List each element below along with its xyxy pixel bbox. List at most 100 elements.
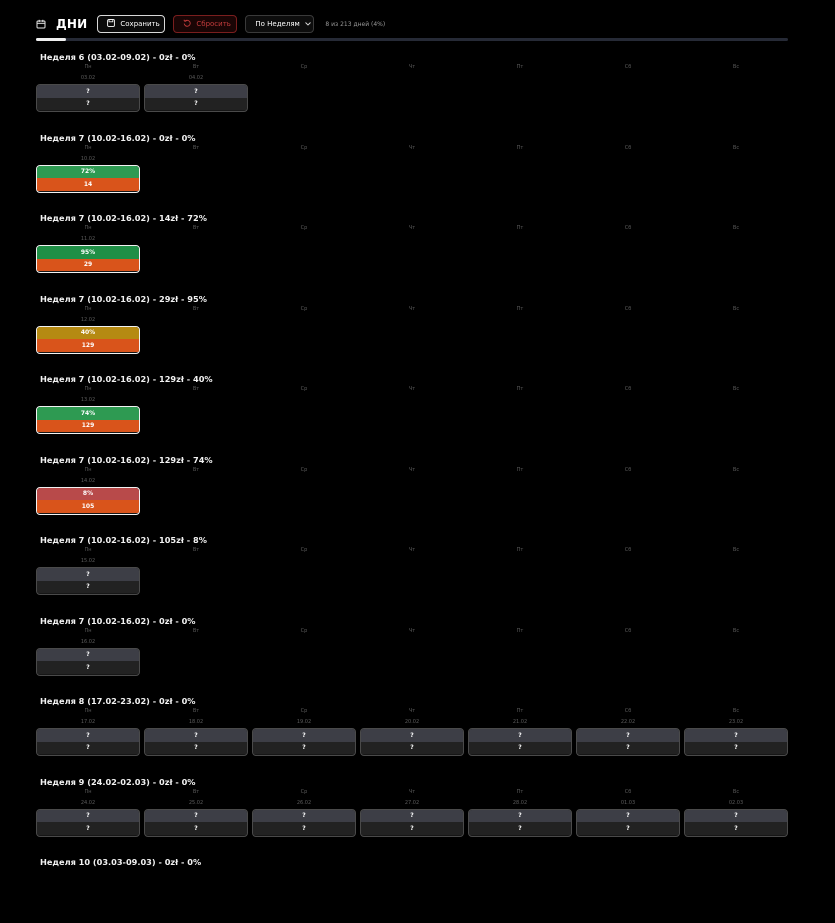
calendar-icon [36, 19, 46, 29]
day-card[interactable]: 74% 129 [36, 406, 140, 434]
day-name: Вт [192, 386, 200, 392]
day-card-amount: ? [577, 822, 679, 835]
day-name: Сб [624, 64, 632, 70]
reset-button[interactable]: Сбросить [173, 15, 238, 33]
week-section: Неделя 7 (10.02-16.02) - 29zł - 95% Пн 12.… [36, 294, 788, 360]
day-name: Вт [192, 144, 200, 151]
day-card[interactable]: ?? [144, 728, 248, 756]
day-card-amount: 129 [37, 419, 139, 432]
day-name: Пн [84, 547, 92, 553]
day-card[interactable]: 40% 129 [36, 325, 140, 354]
day-card-amount: 129 [37, 339, 139, 352]
page-title: ДНИ [56, 17, 88, 31]
week-title: Неделя 6 (03.02-09.02) - 0zł - 0% [40, 52, 196, 62]
day-card[interactable]: ?? [576, 728, 680, 756]
day-name: Ср [300, 64, 308, 70]
day-name: Пт [516, 64, 524, 70]
day-name: Пт [516, 466, 524, 473]
day-name: Сб [624, 466, 632, 473]
day-name: Чт [408, 627, 416, 634]
day-card[interactable]: ?? [252, 808, 356, 837]
week-section: Неделя 7 (10.02-16.02) - 14zł - 72% Пн 11.… [36, 213, 788, 279]
day-card[interactable]: ?? [576, 808, 680, 837]
day-card-percent: ? [469, 729, 571, 742]
reset-button-label: Сбросить [196, 20, 231, 28]
day-name: Вс [732, 305, 740, 312]
day-card[interactable]: 72% 14 [36, 164, 140, 193]
week-title: Неделя 7 (10.02-16.02) - 129zł - 74% [40, 454, 213, 465]
day-date: 27.02 [404, 799, 420, 806]
week-section: Неделя 8 (17.02-23.02) - 0zł - 0% Пн 17.02… [36, 696, 788, 762]
day-card-amount: ? [361, 822, 463, 835]
day-name: Сб [624, 547, 632, 553]
day-name: Сб [624, 788, 632, 795]
days-view: ДНИ Сохранить Сбросить По Неделям 8 из 2… [0, 0, 835, 867]
week-section: Неделя 7 (10.02-16.02) - 0zł - 0% Пн 10.02… [36, 133, 788, 199]
day-card[interactable]: ?? [36, 728, 140, 756]
day-name: Пт [516, 547, 524, 553]
day-card[interactable]: ?? [144, 808, 248, 837]
day-card-percent: ? [361, 729, 463, 742]
save-button[interactable]: Сохранить [97, 15, 166, 33]
day-name: Пн [84, 64, 92, 70]
day-card-percent: 74% [37, 407, 139, 420]
day-name: Ср [300, 708, 308, 714]
day-card[interactable]: ?? [684, 808, 788, 837]
day-name: Вт [192, 225, 200, 231]
day-card-percent: ? [685, 809, 787, 822]
save-button-label: Сохранить [120, 20, 160, 28]
day-name: Пн [84, 144, 92, 151]
day-card[interactable]: ?? [144, 84, 248, 112]
day-name: Сб [624, 708, 632, 714]
day-card[interactable]: ?? [36, 84, 140, 112]
week-title: Неделя 7 (10.02-16.02) - 0zł - 0% [40, 615, 196, 626]
day-card[interactable]: ?? [36, 567, 140, 595]
day-card-amount: ? [145, 741, 247, 754]
day-date: 21.02 [512, 719, 528, 725]
week-title: Неделя 10 (03.03-09.03) - 0zł - 0% [40, 857, 202, 867]
day-name: Вс [732, 788, 740, 795]
day-card[interactable]: ?? [468, 728, 572, 756]
day-name: Вс [732, 64, 740, 70]
day-name: Пн [84, 305, 92, 312]
day-card[interactable]: ?? [360, 808, 464, 837]
day-card[interactable]: ?? [684, 728, 788, 756]
week-section: Неделя 7 (10.02-16.02) - 105zł - 8% Пн 15.… [36, 535, 788, 601]
day-card-amount: ? [577, 741, 679, 754]
day-date: 18.02 [188, 719, 204, 725]
day-name: Пт [516, 225, 524, 231]
day-card[interactable]: ?? [360, 728, 464, 756]
week-section: Неделя 7 (10.02-16.02) - 0zł - 0% Пн 16.02… [36, 616, 788, 682]
day-card-percent: ? [37, 648, 139, 661]
day-card[interactable]: ?? [36, 808, 140, 837]
day-card[interactable]: ?? [36, 647, 140, 676]
day-date: 10.02 [80, 155, 96, 162]
day-date: 28.02 [512, 799, 528, 806]
day-name: Чт [408, 466, 416, 473]
week-title: Неделя 9 (24.02-02.03) - 0zł - 0% [40, 776, 196, 787]
week-section: Неделя 9 (24.02-02.03) - 0zł - 0% Пн 24.02… [36, 777, 788, 843]
week-title: Неделя 7 (10.02-16.02) - 0zł - 0% [40, 132, 196, 143]
day-name: Вт [192, 305, 200, 312]
day-card-amount: ? [361, 741, 463, 754]
day-name: Ср [300, 788, 308, 795]
day-card-percent: ? [361, 809, 463, 822]
day-card[interactable]: ?? [252, 728, 356, 756]
day-card-percent: ? [469, 809, 571, 822]
day-date: 15.02 [80, 558, 96, 564]
day-card-percent: ? [577, 809, 679, 822]
day-name: Вс [732, 225, 740, 231]
day-card-percent: ? [253, 809, 355, 822]
day-card-percent: ? [37, 729, 139, 742]
day-date: 25.02 [188, 799, 204, 806]
days-progress-text: 8 из 213 дней (4%) [325, 20, 386, 28]
day-name: Чт [408, 386, 416, 392]
day-name: Вт [192, 627, 200, 634]
day-card[interactable]: 95% 29 [36, 245, 140, 273]
day-card-percent: ? [37, 85, 139, 98]
day-card[interactable]: ?? [468, 808, 572, 837]
day-name: Чт [408, 144, 416, 151]
day-card[interactable]: 8% 105 [36, 486, 140, 515]
grouping-select[interactable]: По Неделям [245, 15, 315, 33]
day-card-percent: 8% [37, 487, 139, 500]
